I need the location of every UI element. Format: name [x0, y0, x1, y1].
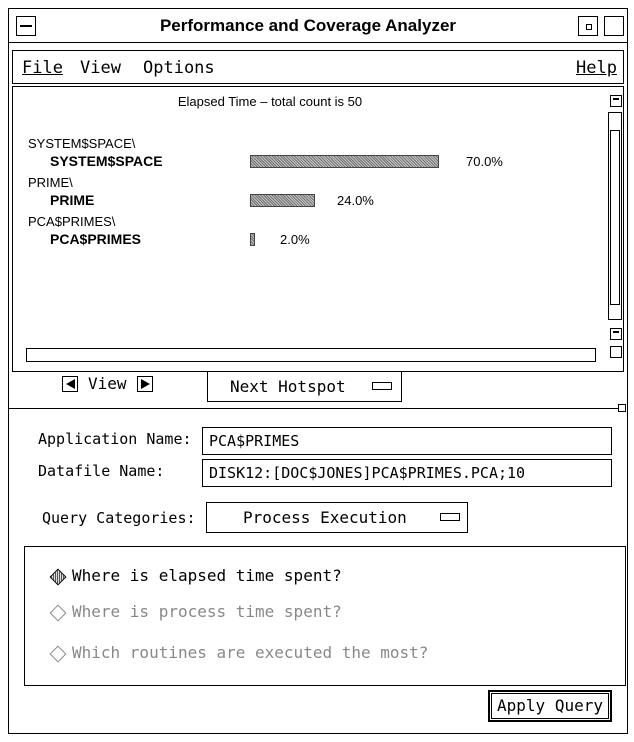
- entry-bar: [250, 233, 255, 246]
- entry-name[interactable]: SYSTEM$SPACE: [50, 153, 163, 169]
- menu-help[interactable]: Help: [576, 57, 617, 79]
- query-categories-label: Query Categories:: [42, 509, 196, 527]
- menu-options[interactable]: Options: [143, 57, 215, 79]
- entry-bar: [250, 155, 439, 168]
- query-option-elapsed[interactable]: Where is elapsed time spent?: [72, 566, 342, 585]
- option-menu-indicator-icon: [372, 382, 392, 390]
- maximize-button[interactable]: [604, 16, 624, 36]
- entry-percent: 24.0%: [337, 193, 374, 208]
- menu-view[interactable]: View: [80, 57, 121, 79]
- view-next-icon[interactable]: [137, 376, 153, 392]
- datafile-field[interactable]: DISK12:[DOC$JONES]PCA$PRIMES.PCA;10: [202, 459, 612, 487]
- vertical-scroll-thumb[interactable]: [610, 130, 620, 305]
- sash-handle[interactable]: [618, 404, 626, 412]
- app-name-field[interactable]: PCA$PRIMES: [202, 427, 612, 455]
- query-categories-select[interactable]: Process Execution: [206, 502, 468, 533]
- entry-name[interactable]: PCA$PRIMES: [50, 231, 141, 247]
- datafile-label: Datafile Name:: [38, 462, 165, 480]
- menu-help-label: Help: [576, 58, 617, 78]
- scroll-down-icon[interactable]: [610, 328, 622, 340]
- view-label: View: [88, 374, 127, 393]
- resize-corner[interactable]: [610, 346, 622, 358]
- window-menu-button[interactable]: [16, 16, 36, 36]
- query-option-process[interactable]: Where is process time spent?: [72, 602, 342, 621]
- next-hotspot-label: Next Hotspot: [230, 377, 346, 396]
- window-title: Performance and Coverage Analyzer: [159, 16, 457, 35]
- apply-query-button[interactable]: Apply Query: [488, 690, 612, 722]
- menu-view-label: View: [80, 58, 121, 78]
- view-prev-icon[interactable]: [62, 376, 78, 392]
- entry-percent: 2.0%: [280, 232, 310, 247]
- horizontal-scrollbar[interactable]: [26, 348, 596, 362]
- entry-bar: [250, 194, 315, 207]
- entry-percent: 70.0%: [466, 154, 503, 169]
- option-menu-indicator-icon: [440, 513, 460, 521]
- app-name-label: Application Name:: [38, 430, 192, 448]
- menu-file-label: File: [22, 58, 63, 78]
- entry-path: PRIME\: [28, 175, 73, 190]
- pane-separator[interactable]: [8, 408, 626, 409]
- query-categories-value: Process Execution: [243, 508, 407, 527]
- entry-path: SYSTEM$SPACE\: [28, 136, 136, 151]
- scroll-up-icon[interactable]: [610, 95, 622, 107]
- menu-file[interactable]: File: [22, 57, 63, 79]
- menu-options-label: Options: [143, 58, 215, 78]
- entry-name[interactable]: PRIME: [50, 192, 94, 208]
- histogram-title: Elapsed Time – total count is 50: [177, 94, 363, 109]
- entry-path: PCA$PRIMES\: [28, 214, 116, 229]
- histogram-panel: [12, 86, 624, 372]
- query-option-routines[interactable]: Which routines are executed the most?: [72, 643, 428, 662]
- minimize-button[interactable]: [578, 16, 598, 36]
